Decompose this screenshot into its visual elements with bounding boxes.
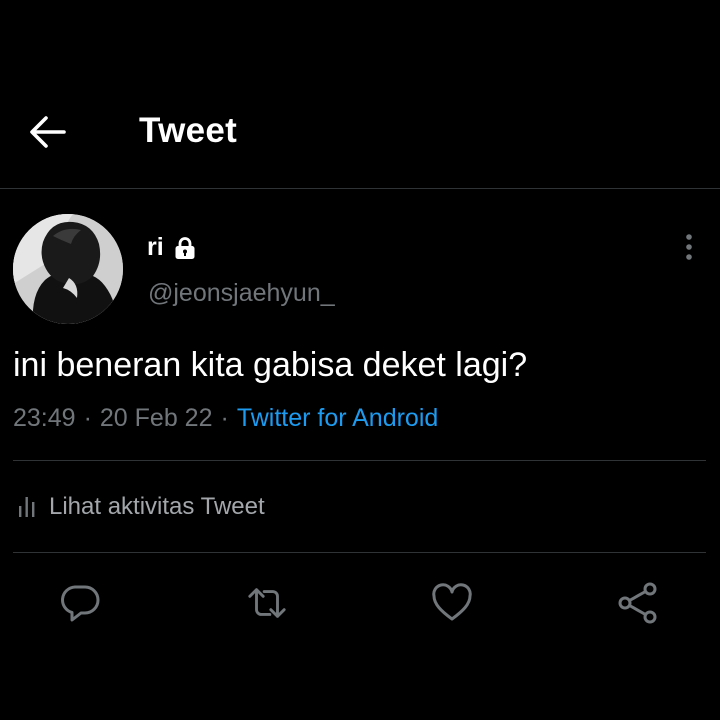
analytics-icon — [19, 497, 35, 517]
tweet-text: ini beneran kita gabisa deket lagi? — [13, 346, 528, 384]
top-bar: Tweet — [0, 0, 720, 189]
view-tweet-activity-button[interactable]: Lihat aktivitas Tweet — [17, 493, 265, 521]
display-name[interactable]: ri — [147, 233, 164, 262]
display-name-row: ri — [147, 233, 197, 262]
share-icon — [618, 582, 657, 624]
tweet-date: 20 Feb 22 — [99, 404, 213, 432]
lock-icon — [175, 236, 195, 259]
page-title: Tweet — [139, 111, 238, 150]
meta-separator: · — [83, 404, 92, 432]
activity-label: Lihat aktivitas Tweet — [49, 493, 265, 520]
meta-separator: · — [220, 404, 229, 432]
like-icon — [432, 583, 472, 621]
divider — [13, 552, 706, 553]
reply-icon — [61, 585, 100, 622]
avatar-image — [13, 214, 123, 324]
user-handle[interactable]: @jeonsjaehyun_ — [148, 279, 335, 308]
avatar[interactable] — [13, 214, 123, 324]
retweet-button[interactable] — [246, 582, 288, 624]
more-vertical-icon — [686, 234, 692, 260]
header-divider — [0, 188, 720, 189]
tweet-client-link[interactable]: Twitter for Android — [237, 404, 438, 432]
more-options-button[interactable] — [676, 230, 702, 264]
tweet-meta: 23:49 · 20 Feb 22 · Twitter for Android — [13, 404, 438, 433]
like-button[interactable] — [431, 582, 473, 624]
divider — [13, 460, 706, 461]
arrow-left-icon — [30, 116, 66, 148]
tweet-time: 23:49 — [13, 404, 76, 432]
retweet-icon — [248, 588, 286, 618]
share-button[interactable] — [617, 582, 659, 624]
reply-button[interactable] — [60, 582, 102, 624]
back-button[interactable] — [26, 112, 68, 152]
tweet-detail-screen: Tweet ri @jeonsjaehyun_ ini beneran kita — [0, 0, 720, 720]
